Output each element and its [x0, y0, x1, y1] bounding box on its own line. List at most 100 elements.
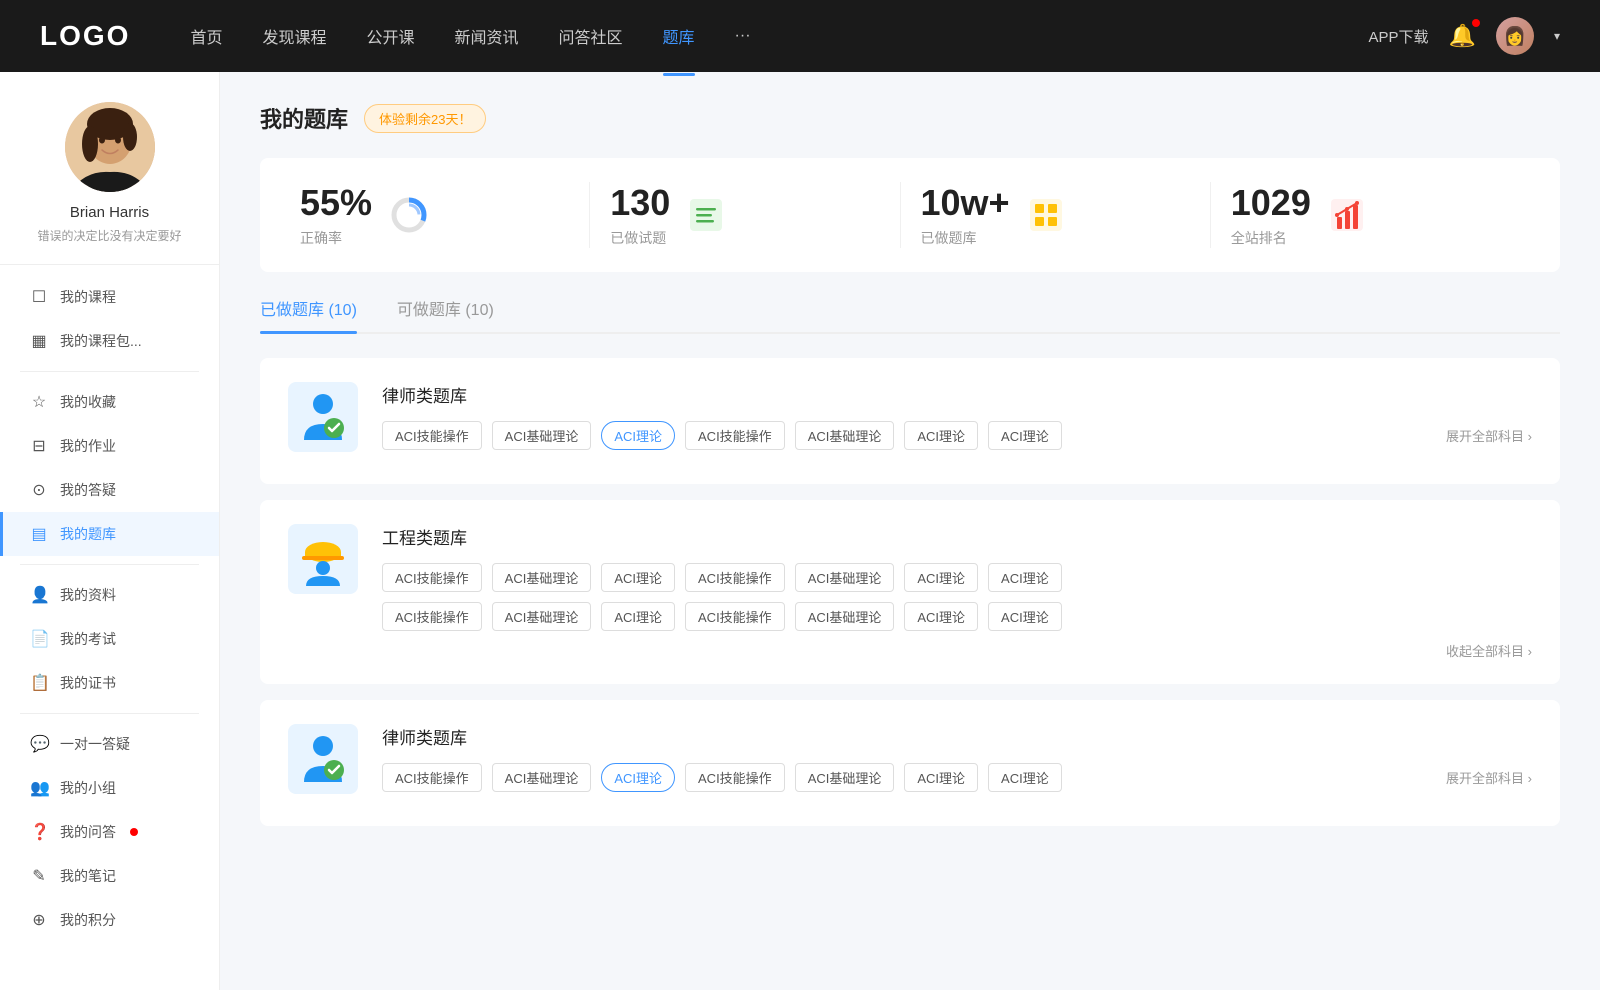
sidebar-item-oneone[interactable]: 💬 一对一答疑 [0, 722, 219, 766]
expand-button-1[interactable]: 展开全部科目 › [1446, 426, 1532, 445]
divider-1 [20, 371, 199, 372]
sidebar-item-package[interactable]: ▦ 我的课程包... [0, 319, 219, 363]
sidebar-item-homework[interactable]: ⊟ 我的作业 [0, 424, 219, 468]
sidebar-item-qa[interactable]: ⊙ 我的答疑 [0, 468, 219, 512]
tag-2b-2[interactable]: ACI理论 [601, 602, 675, 631]
bank-card-lawyer-2: 律师类题库 ACI技能操作 ACI基础理论 ACI理论 ACI技能操作 ACI基… [260, 700, 1560, 826]
notification-badge [1472, 19, 1480, 27]
user-dropdown-arrow[interactable]: ▾ [1554, 29, 1560, 43]
tag-3-2[interactable]: ACI理论 [601, 763, 675, 792]
accuracy-chart [388, 194, 430, 236]
stat-value-accuracy: 55% 正确率 [300, 182, 372, 248]
nav-qa[interactable]: 问答社区 [559, 20, 623, 52]
collapse-button[interactable]: 收起全部科目 › [382, 641, 1532, 660]
stat-done-banks: 10w+ 已做题库 [901, 182, 1211, 248]
sidebar-item-bank[interactable]: ▤ 我的题库 [0, 512, 219, 556]
sidebar-item-note[interactable]: ✎ 我的笔记 [0, 854, 219, 898]
bell-icon: 🔔 [1449, 23, 1476, 48]
tab-done-banks[interactable]: 已做题库 (10) [260, 296, 357, 332]
user-avatar-header[interactable]: 👩 [1496, 17, 1534, 55]
banks-icon [1026, 195, 1066, 235]
bank-card-lawyer-1: 律师类题库 ACI技能操作 ACI基础理论 ACI理论 ACI技能操作 ACI基… [260, 358, 1560, 484]
tag-2a-0[interactable]: ACI技能操作 [382, 563, 482, 592]
nav-home[interactable]: 首页 [190, 20, 222, 52]
sidebar-item-label: 我的笔记 [60, 866, 116, 886]
course-icon: ☐ [30, 287, 48, 307]
nav-more[interactable]: ··· [735, 23, 751, 49]
tag-3-3[interactable]: ACI技能操作 [685, 763, 785, 792]
cert-icon: 📋 [30, 673, 48, 693]
tag-2a-6[interactable]: ACI理论 [988, 563, 1062, 592]
app-download-button[interactable]: APP下载 [1369, 26, 1429, 47]
questions-label: 已做试题 [610, 228, 670, 248]
banks-number: 10w+ [921, 182, 1010, 224]
page-header: 我的题库 体验剩余23天！ [260, 102, 1560, 134]
tag-1-5[interactable]: ACI理论 [904, 421, 978, 450]
tag-2a-3[interactable]: ACI技能操作 [685, 563, 785, 592]
tags-row-1: ACI技能操作 ACI基础理论 ACI理论 ACI技能操作 ACI基础理论 AC… [382, 421, 1532, 450]
main-nav: 首页 发现课程 公开课 新闻资讯 问答社区 题库 ··· [190, 20, 1368, 52]
avatar [65, 102, 155, 192]
tag-2b-6[interactable]: ACI理论 [988, 602, 1062, 631]
stats-bar: 55% 正确率 130 已做试题 [260, 158, 1560, 272]
exam-icon: 📄 [30, 629, 48, 649]
sidebar-item-favorite[interactable]: ☆ 我的收藏 [0, 380, 219, 424]
tag-3-5[interactable]: ACI理论 [904, 763, 978, 792]
sidebar-item-label: 我的问答 [60, 822, 116, 842]
nav-news[interactable]: 新闻资讯 [455, 20, 519, 52]
expand-button-3[interactable]: 展开全部科目 › [1446, 768, 1532, 787]
nav-discover[interactable]: 发现课程 [262, 20, 326, 52]
tag-3-1[interactable]: ACI基础理论 [492, 763, 592, 792]
stat-value-rank: 1029 全站排名 [1231, 182, 1311, 248]
tag-1-4[interactable]: ACI基础理论 [795, 421, 895, 450]
tag-2b-4[interactable]: ACI基础理论 [795, 602, 895, 631]
tag-1-2[interactable]: ACI理论 [601, 421, 675, 450]
lawyer-icon-2 [296, 732, 350, 786]
sidebar-item-myqa[interactable]: ❓ 我的问答 [0, 810, 219, 854]
sidebar-item-course[interactable]: ☐ 我的课程 [0, 275, 219, 319]
tab-available-banks[interactable]: 可做题库 (10) [397, 296, 494, 332]
tag-2a-2[interactable]: ACI理论 [601, 563, 675, 592]
nav-open-course[interactable]: 公开课 [366, 20, 414, 52]
tag-2a-4[interactable]: ACI基础理论 [795, 563, 895, 592]
sidebar-item-exam[interactable]: 📄 我的考试 [0, 617, 219, 661]
sidebar-item-label: 我的证书 [60, 673, 116, 693]
tags-row-3: ACI技能操作 ACI基础理论 ACI理论 ACI技能操作 ACI基础理论 AC… [382, 763, 1532, 792]
logo[interactable]: LOGO [40, 20, 130, 52]
sidebar-item-profile[interactable]: 👤 我的资料 [0, 573, 219, 617]
sidebar-item-label: 我的资料 [60, 585, 116, 605]
stat-rank: 1029 全站排名 [1211, 182, 1520, 248]
tag-2a-1[interactable]: ACI基础理论 [492, 563, 592, 592]
oneone-icon: 💬 [30, 734, 48, 754]
tag-3-0[interactable]: ACI技能操作 [382, 763, 482, 792]
profile-section: Brian Harris 错误的决定比没有决定要好 [0, 102, 219, 265]
tag-1-3[interactable]: ACI技能操作 [685, 421, 785, 450]
sidebar-item-cert[interactable]: 📋 我的证书 [0, 661, 219, 705]
sidebar-item-label: 我的积分 [60, 910, 116, 930]
bank-title-1: 律师类题库 [382, 382, 1532, 407]
stat-done-questions: 130 已做试题 [590, 182, 900, 248]
tag-3-4[interactable]: ACI基础理论 [795, 763, 895, 792]
nav-bank[interactable]: 题库 [663, 20, 695, 52]
tag-1-6[interactable]: ACI理论 [988, 421, 1062, 450]
notification-button[interactable]: 🔔 [1449, 23, 1476, 49]
sidebar-item-group[interactable]: 👥 我的小组 [0, 766, 219, 810]
tag-3-6[interactable]: ACI理论 [988, 763, 1062, 792]
sidebar-item-points[interactable]: ⊕ 我的积分 [0, 898, 219, 942]
questions-icon [686, 195, 726, 235]
tag-2b-3[interactable]: ACI技能操作 [685, 602, 785, 631]
page-title: 我的题库 [260, 102, 348, 134]
tab-bar: 已做题库 (10) 可做题库 (10) [260, 296, 1560, 334]
bank-card-icon-3 [288, 724, 358, 794]
tag-2b-5[interactable]: ACI理论 [904, 602, 978, 631]
sidebar-item-label: 一对一答疑 [60, 734, 130, 754]
tag-2b-1[interactable]: ACI基础理论 [492, 602, 592, 631]
lawyer-icon [296, 390, 350, 444]
tag-1-0[interactable]: ACI技能操作 [382, 421, 482, 450]
tag-2a-5[interactable]: ACI理论 [904, 563, 978, 592]
sidebar-item-label: 我的考试 [60, 629, 116, 649]
tag-1-1[interactable]: ACI基础理论 [492, 421, 592, 450]
header-right: APP下载 🔔 👩 ▾ [1369, 17, 1560, 55]
trial-badge: 体验剩余23天！ [364, 104, 486, 133]
tag-2b-0[interactable]: ACI技能操作 [382, 602, 482, 631]
